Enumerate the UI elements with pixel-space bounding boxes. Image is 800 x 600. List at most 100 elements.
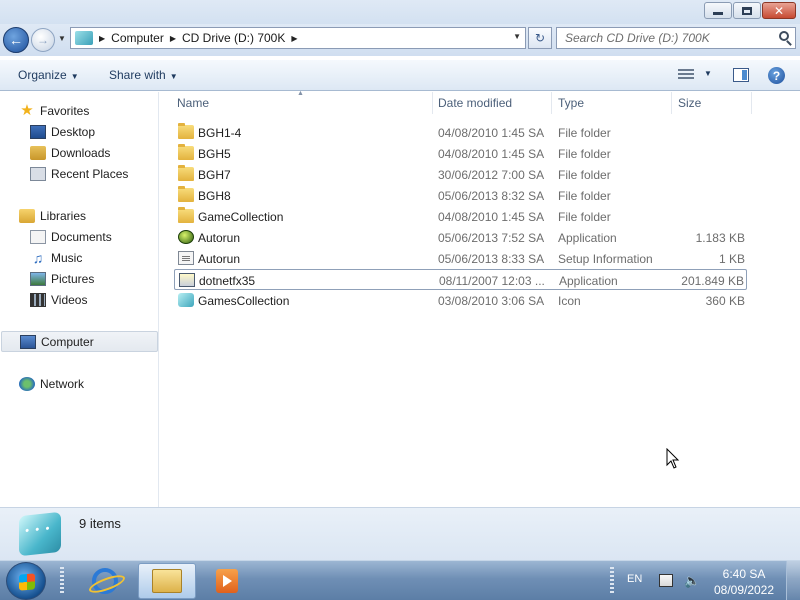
volume-icon[interactable]: 🔈 — [684, 574, 700, 587]
arrow-right-icon: → — [37, 33, 49, 47]
start-button[interactable] — [6, 562, 46, 600]
column-header-size[interactable]: Size — [678, 96, 701, 110]
search-box[interactable] — [556, 27, 796, 49]
nav-favorites[interactable]: ★ Favorites — [19, 100, 176, 121]
file-date: 05/06/2013 8:33 SA — [438, 252, 545, 266]
show-desktop-button[interactable] — [786, 561, 800, 600]
close-button[interactable]: ✕ — [762, 2, 796, 19]
file-size: 1 KB — [718, 252, 745, 266]
close-icon: ✕ — [773, 3, 785, 18]
preview-pane-icon[interactable] — [733, 68, 749, 82]
file-row[interactable]: BGH1-4 04/08/2010 1:45 SA File folder — [174, 122, 747, 143]
minimize-icon — [713, 12, 723, 15]
file-row[interactable]: BGH8 05/06/2013 8:32 SA File folder — [174, 185, 747, 206]
nav-computer-label: Computer — [41, 334, 94, 349]
chevron-down-icon: ▼ — [169, 72, 178, 81]
view-options-dropdown[interactable]: ▼ — [704, 69, 712, 78]
application-icon — [178, 230, 194, 244]
file-date: 30/06/2012 7:00 SA — [438, 168, 545, 182]
recent-pages-dropdown[interactable]: ▼ — [58, 34, 66, 43]
dice-icon — [178, 293, 194, 307]
taskbar-media-player[interactable] — [198, 563, 256, 599]
column-divider[interactable] — [432, 92, 433, 114]
file-type: File folder — [558, 210, 611, 224]
file-row[interactable]: GameCollection 04/08/2010 1:45 SA File f… — [174, 206, 747, 227]
search-input[interactable] — [557, 28, 767, 48]
minimize-button[interactable] — [704, 2, 732, 19]
clock-date: 08/09/2022 — [713, 583, 775, 597]
file-row[interactable]: BGH5 04/08/2010 1:45 SA File folder — [174, 143, 747, 164]
refresh-button[interactable]: ↻ — [528, 27, 552, 49]
taskbar-grip[interactable] — [60, 567, 64, 595]
column-divider[interactable] — [551, 92, 552, 114]
column-header-name[interactable]: Name — [177, 96, 209, 110]
sort-ascending-icon: ▲ — [297, 90, 304, 97]
file-date: 04/08/2010 1:45 SA — [438, 210, 545, 224]
file-date: 08/11/2007 12:03 ... — [439, 274, 545, 288]
tray-grip[interactable] — [610, 567, 614, 595]
file-row[interactable]: GamesCollection 03/08/2010 3:06 SA Icon … — [174, 290, 747, 311]
downloads-icon — [30, 145, 46, 160]
file-date: 05/06/2013 8:32 SA — [438, 189, 545, 203]
taskbar-windows-explorer[interactable] — [138, 563, 196, 599]
address-history-dropdown[interactable]: ▼ — [513, 32, 521, 41]
details-pane: 9 items — [0, 507, 800, 560]
back-button[interactable]: ← — [3, 27, 29, 53]
nav-network[interactable]: Network — [19, 373, 176, 394]
title-bar: ✕ — [0, 0, 800, 24]
navigation-bar: ← → ▼ ▶ Computer ▶ CD Drive (D:) 700K ▶ … — [0, 24, 800, 56]
file-name: Autorun — [198, 231, 241, 245]
file-row[interactable]: Autorun 05/06/2013 8:33 SA Setup Informa… — [174, 248, 747, 269]
item-count: 9 items — [79, 516, 121, 531]
nav-libraries[interactable]: Libraries — [19, 205, 176, 226]
recent-places-icon — [30, 166, 46, 181]
file-name: BGH7 — [198, 168, 231, 182]
file-name: BGH5 — [198, 147, 231, 161]
nav-downloads-label: Downloads — [51, 145, 111, 160]
forward-button[interactable]: → — [31, 28, 55, 52]
help-icon[interactable]: ? — [768, 67, 785, 84]
maximize-button[interactable] — [733, 2, 761, 19]
nav-favorites-label: Favorites — [40, 103, 90, 118]
breadcrumb-cd-drive[interactable]: CD Drive (D:) 700K — [182, 31, 285, 45]
nav-recent-places-label: Recent Places — [51, 166, 129, 181]
organize-button[interactable]: Organize ▼ — [18, 68, 79, 82]
installer-icon — [179, 273, 195, 287]
file-row[interactable]: BGH7 30/06/2012 7:00 SA File folder — [174, 164, 747, 185]
chevron-right-icon[interactable]: ▶ — [291, 34, 297, 43]
file-type: File folder — [558, 147, 611, 161]
search-icon[interactable] — [779, 31, 789, 41]
nav-pictures-label: Pictures — [51, 271, 95, 286]
share-with-button[interactable]: Share with ▼ — [109, 68, 178, 82]
language-indicator[interactable]: EN — [627, 573, 642, 585]
media-player-icon — [216, 569, 238, 593]
chevron-right-icon[interactable]: ▶ — [99, 34, 105, 43]
file-size: 1.183 KB — [695, 231, 745, 245]
nav-desktop-label: Desktop — [51, 124, 96, 139]
file-name: GameCollection — [198, 210, 284, 224]
file-row-focused[interactable]: dotnetfx35 08/11/2007 12:03 ... Applicat… — [174, 269, 747, 290]
change-view-icon[interactable] — [678, 69, 694, 81]
file-row[interactable]: Autorun 05/06/2013 7:52 SA Application 1… — [174, 227, 747, 248]
column-header-date-modified[interactable]: Date modified — [438, 96, 512, 110]
address-bar[interactable]: ▶ Computer ▶ CD Drive (D:) 700K ▶ ▼ — [70, 27, 526, 49]
network-icon — [19, 376, 35, 391]
column-header-type[interactable]: Type — [558, 96, 584, 110]
clock[interactable]: 6:40 SA 08/09/2022 — [710, 566, 778, 598]
file-date: 04/08/2010 1:45 SA — [438, 126, 545, 140]
column-divider[interactable] — [671, 92, 672, 114]
column-divider[interactable] — [751, 92, 752, 114]
breadcrumb-computer[interactable]: Computer — [111, 31, 164, 45]
action-center-flag-icon[interactable] — [659, 574, 673, 587]
nav-music-label: Music — [51, 250, 83, 265]
nav-network-label: Network — [40, 376, 85, 391]
file-type: Application — [558, 231, 617, 245]
dice-icon — [19, 511, 61, 557]
chevron-right-icon[interactable]: ▶ — [170, 34, 176, 43]
nav-computer[interactable]: Computer — [1, 331, 158, 352]
file-type: File folder — [558, 126, 611, 140]
file-type: File folder — [558, 189, 611, 203]
documents-icon — [30, 229, 46, 244]
file-date: 04/08/2010 1:45 SA — [438, 147, 545, 161]
taskbar-internet-explorer[interactable] — [76, 563, 134, 599]
